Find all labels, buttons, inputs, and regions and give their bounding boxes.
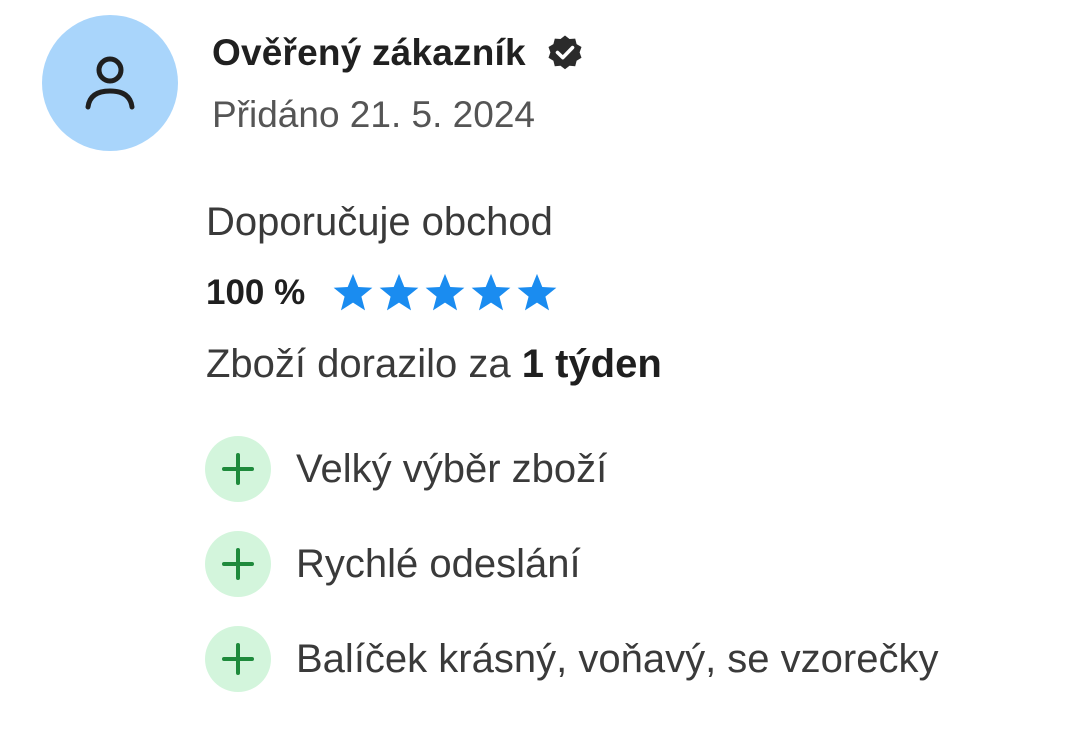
star-icon [333,273,373,311]
star-icon [379,273,419,311]
recommend-percent: 100 % [206,273,306,312]
pro-item: Balíček krásný, voňavý, se vzorečky [205,626,938,692]
pro-text: Velký výběr zboží [296,446,608,491]
star-icon [425,273,465,311]
delivery-time: 1 týden [521,342,662,386]
star-icon [517,273,557,311]
plus-icon [205,626,271,692]
pros-list: Velký výběr zboží Rychlé odeslání Balíče… [205,436,938,721]
pro-text: Balíček krásný, voňavý, se vzorečky [296,636,939,681]
plus-icon [205,436,271,502]
author-row: Ověřený zákazník [212,28,584,78]
avatar [42,15,178,151]
delivery-info: Zboží dorazilo za 1 týden [206,338,662,390]
pro-item: Rychlé odeslání [205,531,938,597]
added-date: Přidáno 21. 5. 2024 [212,94,535,135]
review-card: Ověřený zákazník Přidáno 21. 5. 2024 Dop… [0,0,1073,734]
star-rating [331,272,559,314]
author-name: Ověřený zákazník [212,32,526,73]
recommends-label: Doporučuje obchod [206,200,553,244]
pro-text: Rychlé odeslání [296,541,581,586]
pro-item: Velký výběr zboží [205,436,938,502]
rating-row: 100 % [206,268,559,318]
user-icon [85,56,135,110]
star-icon [471,273,511,311]
plus-icon [205,531,271,597]
delivery-prefix: Zboží dorazilo za [206,342,511,386]
verified-check-icon [548,35,582,70]
